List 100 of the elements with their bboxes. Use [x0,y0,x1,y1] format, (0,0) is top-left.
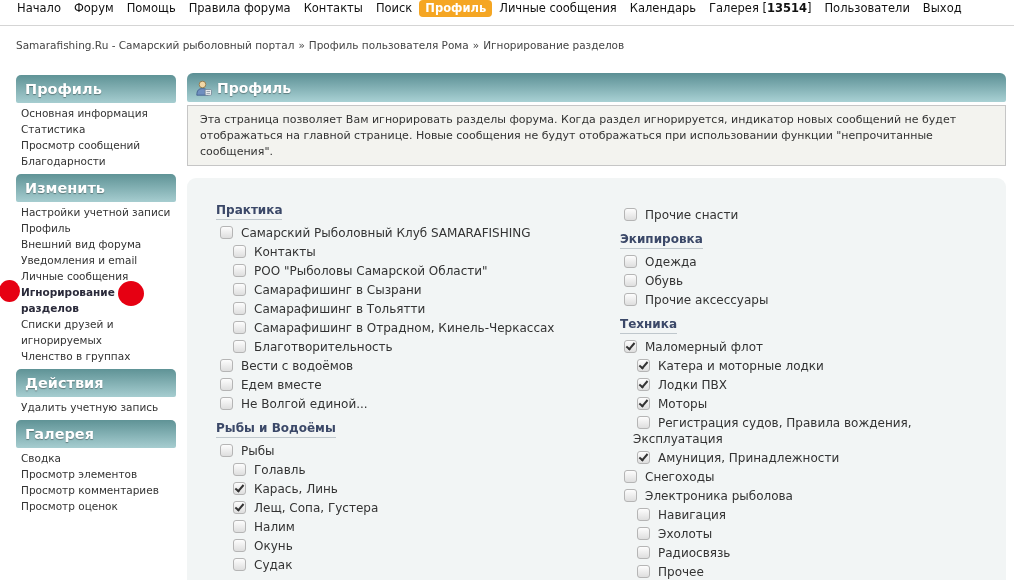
sidebar-link[interactable]: Просмотр сообщений [21,137,172,153]
checkbox[interactable] [220,225,233,239]
sidebar-heading: Галерея [16,420,176,448]
checkbox[interactable] [637,450,650,464]
checkbox[interactable] [624,469,637,483]
checkbox-label[interactable]: Эхолоты [633,525,713,542]
checkbox-label[interactable]: Регистрация судов, Правила вождения, Эксплуатация [633,414,996,447]
checkbox-label[interactable]: Контакты [229,243,316,260]
checkbox[interactable] [637,507,650,521]
checkbox[interactable] [233,301,246,315]
checkbox[interactable] [637,377,650,391]
checkbox[interactable] [624,339,637,353]
checkbox[interactable] [220,358,233,372]
checkbox-label[interactable]: Самарский Рыболовный Клуб SAMARAFISHING [216,224,531,241]
sidebar-link[interactable]: Сводка [21,450,172,466]
sidebar-link[interactable]: Членство в группах [21,348,172,364]
checkbox-label[interactable]: Едем вместе [216,376,322,393]
checkbox-label[interactable]: Не Волгой единой... [216,395,368,412]
checkbox[interactable] [637,358,650,372]
checkbox-label[interactable]: Обувь [620,272,684,289]
checkbox-label[interactable]: Самарафишинг в Тольятти [229,300,426,317]
breadcrumb-link[interactable]: Samarafishing.Ru - Самарский рыболовный портал [16,39,295,51]
checkbox-label[interactable]: Голавль [229,461,306,478]
sidebar-link[interactable]: Уведомления и email [21,252,172,268]
checkbox[interactable] [220,377,233,391]
checkbox-label[interactable]: Благотворительность [229,338,393,355]
checkbox-label[interactable]: Лодки ПВХ [633,376,727,393]
checkbox-label[interactable]: Радиосвязь [633,544,731,561]
nav-link[interactable]: Личные сообщения [493,0,623,17]
sidebar-link[interactable]: Профиль [21,220,172,236]
checkbox[interactable] [624,292,637,306]
checkbox[interactable] [233,282,246,296]
checkbox[interactable] [233,462,246,476]
breadcrumb-link[interactable]: Профиль пользователя Рома [308,39,469,51]
section-heading: Рыбы и Водоёмы [216,421,336,438]
checkbox[interactable] [233,320,246,334]
checkbox[interactable] [233,244,246,258]
checkbox-label[interactable]: Амуниция, Принадлежности [633,449,840,466]
sidebar-link[interactable]: Просмотр оценок [21,498,172,514]
checkbox[interactable] [233,481,246,495]
checkbox-label[interactable]: Навигация [633,506,727,523]
checkbox-label[interactable]: Судак [229,556,293,573]
checkbox-label[interactable]: Лещ, Сопа, Густера [229,499,379,516]
checkbox-label[interactable]: Рыбы [216,442,275,459]
checkbox[interactable] [624,254,637,268]
checkbox[interactable] [637,415,650,429]
checkbox[interactable] [233,519,246,533]
checkbox-label[interactable]: Снегоходы [620,468,715,485]
checkbox[interactable] [624,488,637,502]
checkbox[interactable] [624,273,637,287]
checkbox-label[interactable]: Катера и моторные лодки [633,357,824,374]
checkbox[interactable] [637,396,650,410]
sidebar-link[interactable]: Просмотр комментариев [21,482,172,498]
sidebar-heading: Изменить [16,174,176,202]
nav-link[interactable]: Галерея [13514] [703,0,818,17]
checkbox-label[interactable]: Карась, Линь [229,480,338,497]
sidebar-link[interactable]: Благодарности [21,153,172,169]
nav-link[interactable]: Правила форума [182,0,297,17]
checkbox-label[interactable]: Вести с водоёмов [216,357,354,374]
checkbox[interactable] [233,500,246,514]
checkbox-label[interactable]: Самарафишинг в Сызрани [229,281,422,298]
nav-link[interactable]: Календарь [623,0,703,17]
sidebar-link[interactable]: Удалить учетную запись [21,399,172,415]
checkbox-label[interactable]: Самарафишинг в Отрадном, Кинель-Черкассах [229,319,555,336]
checkbox[interactable] [637,564,650,578]
sidebar-link[interactable]: Основная информация [21,105,172,121]
checkbox[interactable] [624,207,637,221]
checkbox[interactable] [233,339,246,353]
checkbox-label[interactable]: РОО "Рыболовы Самарской Области" [229,262,488,279]
sidebar-link[interactable]: Внешний вид форума [21,236,172,252]
checkbox[interactable] [233,538,246,552]
checkbox[interactable] [233,263,246,277]
sidebar-heading: Профиль [16,75,176,103]
checkbox-label[interactable]: Налим [229,518,295,535]
nav-link[interactable]: Помощь [120,0,182,17]
nav-link[interactable]: Контакты [297,0,369,17]
checkbox[interactable] [637,545,650,559]
nav-link[interactable]: Поиск [369,0,419,17]
checkbox-label[interactable]: Прочие аксессуары [620,291,769,308]
sidebar-link[interactable]: Списки друзей и игнорируемых [21,316,172,348]
nav-link[interactable]: Выход [916,0,968,17]
nav-link[interactable]: Пользователи [818,0,916,17]
nav-link[interactable]: Форум [67,0,120,17]
sidebar-link[interactable]: Игнорирование разделов [21,284,172,316]
sidebar-link[interactable]: Личные сообщения [21,268,172,284]
nav-link[interactable]: Начало [11,0,67,17]
checkbox-label[interactable]: Одежда [620,253,697,270]
checkbox-label[interactable]: Маломерный флот [620,338,763,355]
checkbox-label[interactable]: Прочие снасти [620,206,739,223]
checkbox-label[interactable]: Моторы [633,395,708,412]
checkbox[interactable] [220,443,233,457]
checkbox[interactable] [233,557,246,571]
sidebar-link[interactable]: Настройки учетной записи [21,204,172,220]
checkbox-label[interactable]: Прочее [633,563,704,580]
sidebar-link[interactable]: Статистика [21,121,172,137]
checkbox-label[interactable]: Электроника рыболова [620,487,793,504]
checkbox-label[interactable]: Окунь [229,537,293,554]
checkbox[interactable] [637,526,650,540]
checkbox[interactable] [220,396,233,410]
sidebar-link[interactable]: Просмотр элементов [21,466,172,482]
